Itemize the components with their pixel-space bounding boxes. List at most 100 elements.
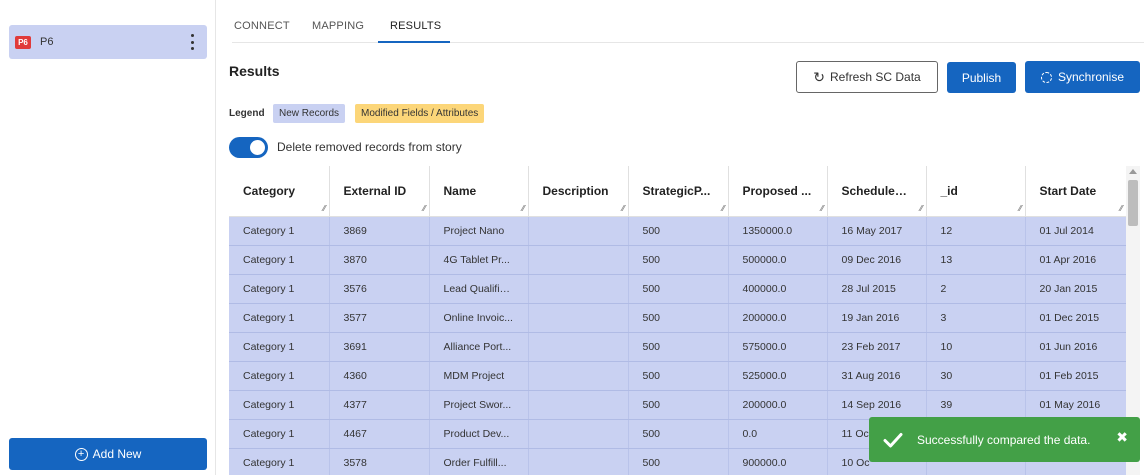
column-header[interactable]: Start Date ⁄⁄ bbox=[1025, 166, 1127, 217]
column-header[interactable]: Name ⁄⁄ bbox=[429, 166, 529, 217]
table-row[interactable]: Category 1 3870 4G Tablet Pr... 500 500000.0… bbox=[229, 245, 1127, 275]
project-badge-icon: P6 bbox=[15, 35, 31, 49]
synchronise-label: Synchronise bbox=[1057, 70, 1125, 84]
refresh-sc-data-button[interactable]: ↻ Refresh SC Data bbox=[796, 61, 938, 93]
table-cell: Alliance Port... bbox=[429, 332, 529, 362]
table-cell bbox=[528, 303, 629, 333]
table-cell: 30 bbox=[926, 361, 1026, 391]
column-header-label: Proposed ... bbox=[742, 183, 812, 198]
table-cell: MDM Project bbox=[429, 361, 529, 391]
toast-message: Successfully compared the data. bbox=[917, 432, 1091, 447]
table-cell: 09 Dec 2016 bbox=[827, 245, 927, 275]
column-header[interactable]: StrategicP... ⁄⁄ bbox=[628, 166, 729, 217]
table-cell: 500 bbox=[628, 361, 729, 391]
table-cell: 525000.0 bbox=[728, 361, 828, 391]
table-cell: 01 Jun 2016 bbox=[1025, 332, 1127, 362]
table-cell: Category 1 bbox=[229, 245, 330, 275]
table-cell bbox=[528, 274, 629, 304]
column-header-label: StrategicP... bbox=[642, 183, 711, 198]
table-cell: 0.0 bbox=[728, 419, 828, 449]
table-cell: 900000.0 bbox=[728, 448, 828, 475]
table-row[interactable]: Category 1 3869 Project Nano 500 1350000.0 16… bbox=[229, 216, 1127, 246]
table-cell: 23 Feb 2017 bbox=[827, 332, 927, 362]
column-header[interactable]: Description ⁄⁄ bbox=[528, 166, 629, 217]
table-cell: 3870 bbox=[329, 245, 430, 275]
table-cell: 500 bbox=[628, 332, 729, 362]
table-cell bbox=[528, 245, 629, 275]
table-cell: 01 May 2016 bbox=[1025, 390, 1127, 420]
checkmark-icon bbox=[883, 432, 903, 447]
column-header-label: _id bbox=[940, 183, 958, 198]
table-cell: 3576 bbox=[329, 274, 430, 304]
column-header[interactable]: _id ⁄⁄ bbox=[926, 166, 1026, 217]
table-cell: Category 1 bbox=[229, 332, 330, 362]
table-cell: Category 1 bbox=[229, 216, 330, 246]
scroll-up-icon[interactable] bbox=[1129, 169, 1137, 174]
add-circle-icon: + bbox=[74, 447, 88, 461]
resize-handle-icon[interactable]: ⁄⁄ bbox=[722, 204, 725, 213]
column-header-label: External ID bbox=[343, 183, 407, 198]
tab-mapping[interactable]: MAPPING bbox=[312, 20, 364, 32]
sidebar-item-project[interactable]: P6 P6 bbox=[9, 25, 207, 59]
table-row[interactable]: Category 1 4360 MDM Project 500 525000.0 31 A… bbox=[229, 361, 1127, 391]
table-cell: Category 1 bbox=[229, 419, 330, 449]
tab-connect[interactable]: CONNECT bbox=[234, 20, 290, 32]
resize-handle-icon[interactable]: ⁄⁄ bbox=[1120, 204, 1123, 213]
tab-results[interactable]: RESULTS bbox=[390, 20, 441, 32]
refresh-label: Refresh SC Data bbox=[830, 70, 921, 84]
column-header[interactable]: Category ⁄⁄ bbox=[229, 166, 330, 217]
table-cell: 3578 bbox=[329, 448, 430, 475]
add-new-button[interactable]: + Add New bbox=[9, 438, 207, 470]
resize-handle-icon[interactable]: ⁄⁄ bbox=[1019, 204, 1022, 213]
resize-handle-icon[interactable]: ⁄⁄ bbox=[821, 204, 824, 213]
table-cell: Category 1 bbox=[229, 390, 330, 420]
scrollbar-thumb[interactable] bbox=[1128, 180, 1138, 226]
resize-handle-icon[interactable]: ⁄⁄ bbox=[920, 204, 923, 213]
table-cell: 31 Aug 2016 bbox=[827, 361, 927, 391]
publish-button[interactable]: Publish bbox=[947, 62, 1016, 93]
table-cell: 4G Tablet Pr... bbox=[429, 245, 529, 275]
close-icon[interactable]: ✖ bbox=[1116, 429, 1128, 446]
column-header[interactable]: External ID ⁄⁄ bbox=[329, 166, 430, 217]
table-cell: 575000.0 bbox=[728, 332, 828, 362]
table-cell: Project Swor... bbox=[429, 390, 529, 420]
column-header[interactable]: Proposed ... ⁄⁄ bbox=[728, 166, 828, 217]
table-cell: 3 bbox=[926, 303, 1026, 333]
column-header-label: Start Date bbox=[1039, 183, 1097, 198]
table-cell: Category 1 bbox=[229, 361, 330, 391]
table-cell: 01 Jul 2014 bbox=[1025, 216, 1127, 246]
table-cell: 4377 bbox=[329, 390, 430, 420]
resize-handle-icon[interactable]: ⁄⁄ bbox=[323, 204, 326, 213]
sync-icon bbox=[1040, 71, 1052, 83]
table-header-row: Category ⁄⁄ External ID ⁄⁄ Name ⁄⁄ Description… bbox=[229, 166, 1127, 217]
more-options-icon[interactable] bbox=[191, 34, 195, 50]
table-cell: 500 bbox=[628, 419, 729, 449]
table-cell: 200000.0 bbox=[728, 390, 828, 420]
table-cell: 12 bbox=[926, 216, 1026, 246]
column-header[interactable]: Scheduled... ⁄⁄ bbox=[827, 166, 927, 217]
active-tab-indicator bbox=[378, 41, 450, 43]
table-cell: Order Fulfill... bbox=[429, 448, 529, 475]
table-cell: 400000.0 bbox=[728, 274, 828, 304]
table-cell bbox=[528, 448, 629, 475]
synchronise-button[interactable]: Synchronise bbox=[1025, 61, 1140, 93]
column-header-label: Description bbox=[542, 183, 609, 198]
table-cell bbox=[528, 216, 629, 246]
resize-handle-icon[interactable]: ⁄⁄ bbox=[522, 204, 525, 213]
table-cell: 200000.0 bbox=[728, 303, 828, 333]
table-row[interactable]: Category 1 4377 Project Swor... 500 200000.0… bbox=[229, 390, 1127, 420]
delete-removed-toggle[interactable] bbox=[229, 137, 268, 158]
resize-handle-icon[interactable]: ⁄⁄ bbox=[423, 204, 426, 213]
table-cell: 4360 bbox=[329, 361, 430, 391]
table-cell: 01 Dec 2015 bbox=[1025, 303, 1127, 333]
table-cell: 500 bbox=[628, 448, 729, 475]
resize-handle-icon[interactable]: ⁄⁄ bbox=[622, 204, 625, 213]
table-row[interactable]: Category 1 3577 Online Invoic... 500 200000.… bbox=[229, 303, 1127, 333]
table-row[interactable]: Category 1 3691 Alliance Port... 500 575000.… bbox=[229, 332, 1127, 362]
table-row[interactable]: Category 1 3576 Lead Qualific... 500 400000.… bbox=[229, 274, 1127, 304]
table-cell: 3691 bbox=[329, 332, 430, 362]
table-cell: Lead Qualific... bbox=[429, 274, 529, 304]
table-cell: 500000.0 bbox=[728, 245, 828, 275]
table-cell: Category 1 bbox=[229, 448, 330, 475]
table-cell: 500 bbox=[628, 390, 729, 420]
